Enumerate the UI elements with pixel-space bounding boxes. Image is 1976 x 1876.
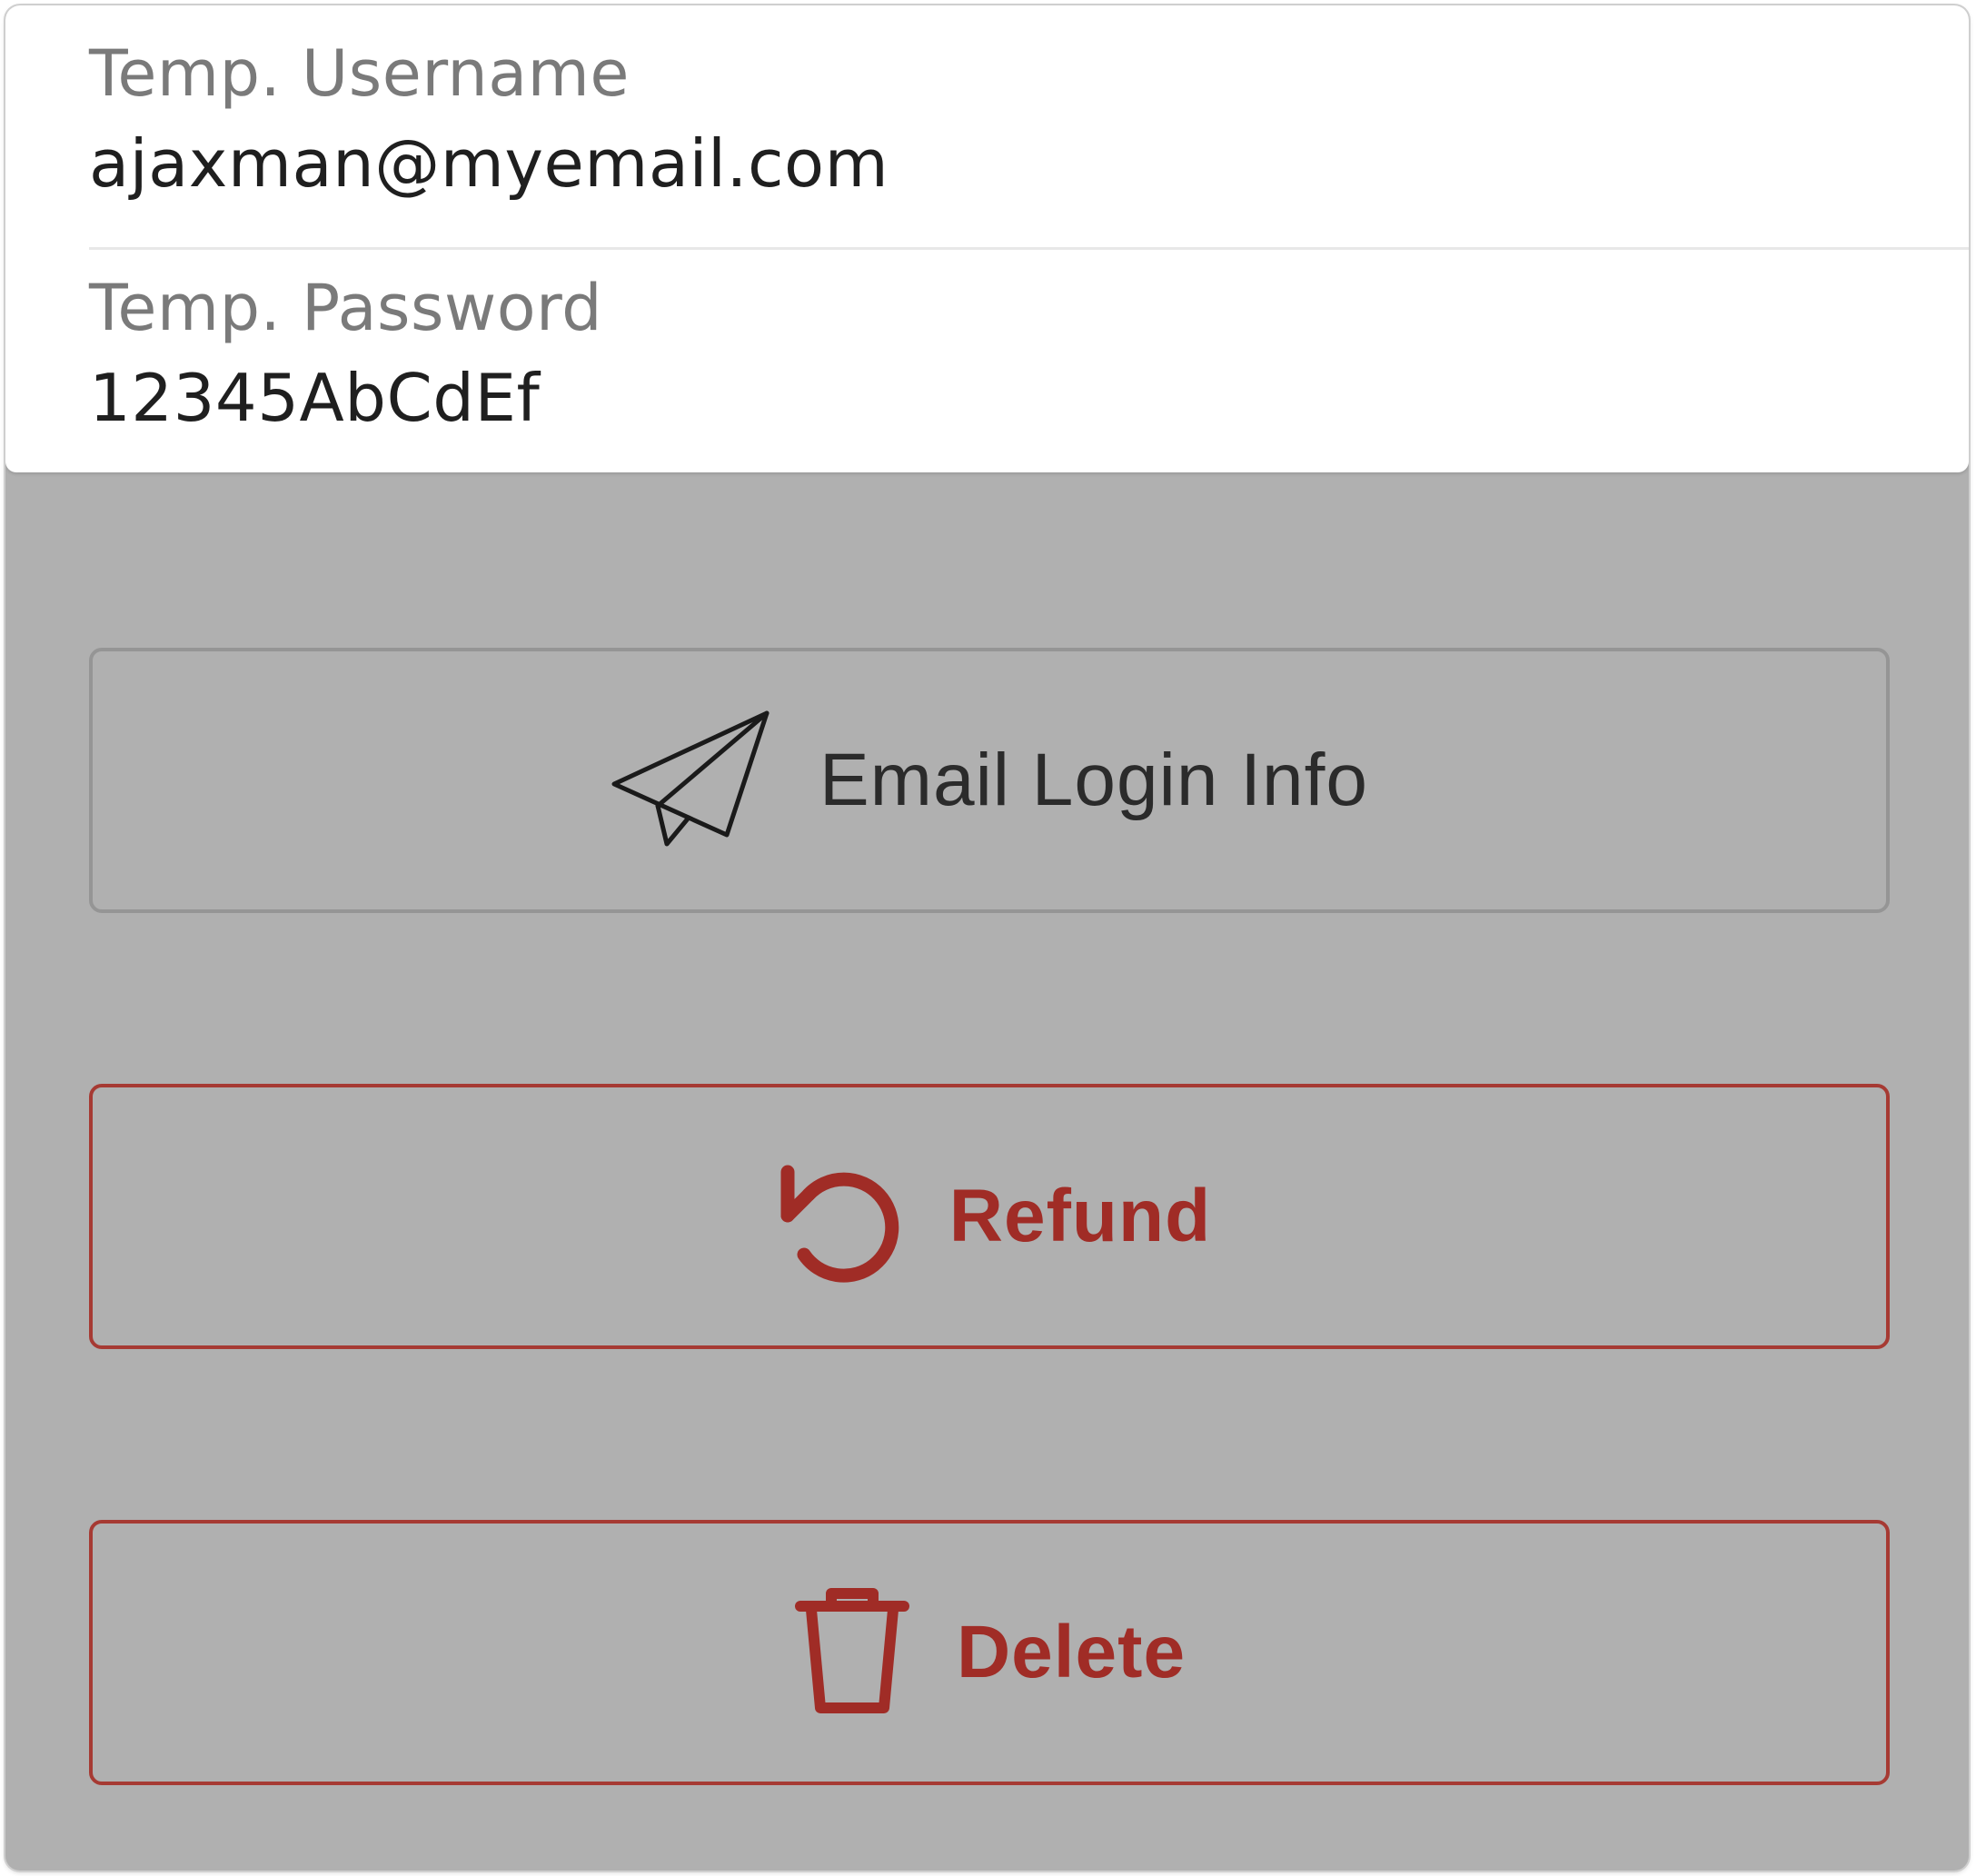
refund-label: Refund (948, 1175, 1212, 1257)
email-login-info-label: Email Login Info (819, 739, 1368, 821)
undo-icon (768, 1148, 904, 1285)
app-frame: Temp. Username ajaxman@myemail.com Temp.… (5, 5, 1969, 1871)
username-value: ajaxman@myemail.com (89, 125, 889, 202)
paper-plane-icon (611, 708, 774, 853)
username-label: Temp. Username (89, 36, 630, 111)
username-field: Temp. Username ajaxman@myemail.com (89, 42, 1969, 250)
credentials-card: Temp. Username ajaxman@myemail.com Temp.… (5, 5, 1969, 472)
refund-button[interactable]: Refund (89, 1084, 1890, 1349)
delete-button[interactable]: Delete (89, 1520, 1890, 1785)
password-field: Temp. Password 12345AbCdEf (89, 276, 1969, 458)
trash-icon (793, 1584, 911, 1721)
email-login-info-button[interactable]: Email Login Info (89, 648, 1890, 913)
delete-label: Delete (956, 1611, 1187, 1693)
password-value: 12345AbCdEf (89, 360, 541, 436)
password-label: Temp. Password (89, 271, 603, 345)
